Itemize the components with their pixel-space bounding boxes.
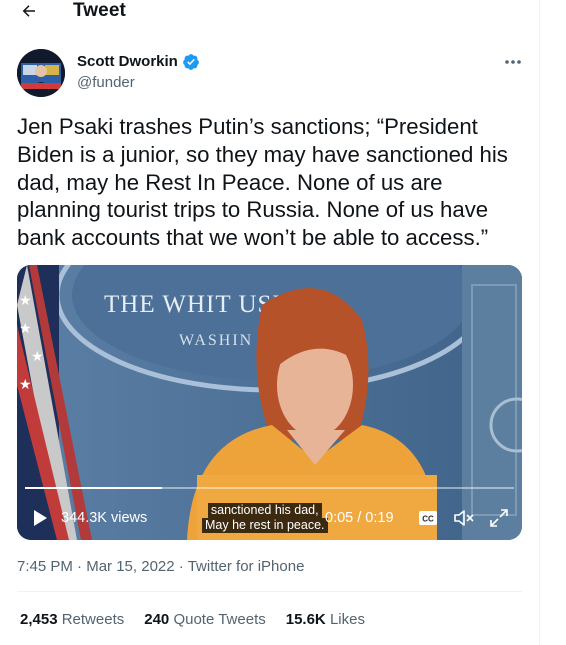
avatar[interactable] [17,49,65,97]
tweet-text: Jen Psaki trashes Putin’s sanctions; “Pr… [17,114,508,251]
author-handle[interactable]: @funder [77,74,135,91]
tweet-source[interactable]: Twitter for iPhone [188,558,305,575]
video-captions: sanctioned his dad, May he rest in peace… [202,503,328,533]
header: Tweet [0,0,540,26]
svg-text:★: ★ [19,292,32,308]
likes-count: 15.6K [285,611,326,628]
backdrop-text-bottom: WASHIN [179,332,253,349]
tweet-detail-column: Tweet Scott Dworkin @funder Jen Psaki tr… [0,0,540,645]
closed-captions-icon[interactable]: CC [418,510,438,526]
video-frame-image: THE WHIT USE WASHIN ★ ★ ★ ★ [17,265,522,540]
tweet-time[interactable]: 7:45 PM [17,558,73,575]
tweet-stats: 2,453 Retweets 240 Quote Tweets 15.6K Li… [20,611,365,628]
caption-line-2: May he rest in peace. [202,518,328,533]
caption-line-1: sanctioned his dad, [207,503,322,518]
svg-text:★: ★ [19,376,32,392]
svg-text:★: ★ [31,348,44,364]
play-icon[interactable] [31,509,49,527]
cc-label: CC [422,515,434,524]
verified-badge-icon [183,54,199,70]
quote-tweets-count: 240 [144,611,170,628]
likes-stat[interactable]: 15.6K Likes [286,611,365,628]
retweets-stat[interactable]: 2,453 Retweets [20,611,124,628]
back-button[interactable] [12,0,46,28]
more-horizontal-icon [505,60,521,64]
svg-text:★: ★ [19,320,32,336]
video-time: 0:05 / 0:19 [325,510,394,526]
volume-muted-icon[interactable] [453,508,475,528]
video-progress-fill [25,487,162,489]
divider [17,591,522,592]
view-count: 344.3K views [61,510,148,526]
tweet-date[interactable]: Mar 15, 2022 [86,558,174,575]
quote-tweets-label: Quote Tweets [173,611,266,628]
arrow-left-icon [22,5,35,17]
meta-separator: · [178,558,184,575]
fullscreen-icon[interactable] [489,508,509,528]
video-progress-bar[interactable] [25,487,514,489]
author-name[interactable]: Scott Dworkin [77,53,178,70]
retweets-count: 2,453 [20,611,58,628]
video-player[interactable]: THE WHIT USE WASHIN ★ ★ ★ ★ 344.3K views… [17,265,522,540]
more-options-button[interactable] [500,52,526,72]
meta-separator: · [77,558,83,575]
tweet-meta: 7:45 PM · Mar 15, 2022 · Twitter for iPh… [17,558,304,575]
likes-label: Likes [329,611,365,628]
quote-tweets-stat[interactable]: 240 Quote Tweets [144,611,265,628]
page-title: Tweet [73,0,126,21]
retweets-label: Retweets [61,611,125,628]
